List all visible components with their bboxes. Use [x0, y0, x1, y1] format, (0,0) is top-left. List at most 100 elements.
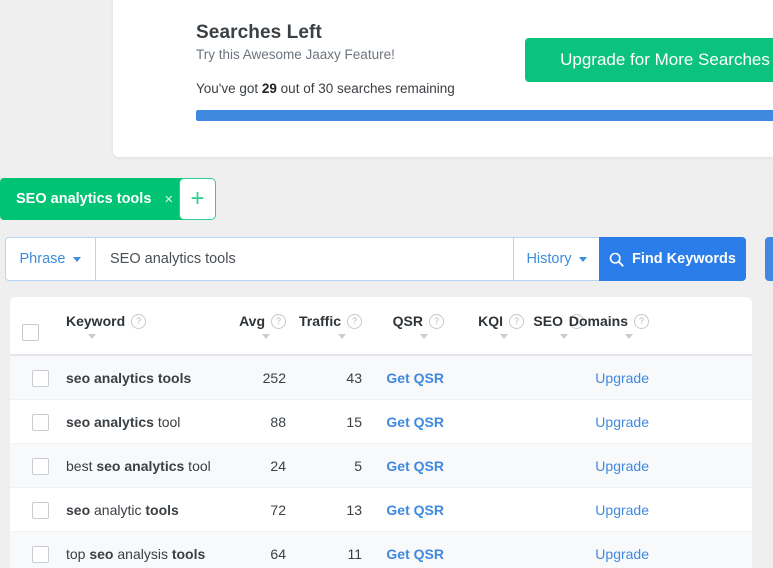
get-qsr-link[interactable]: Get QSR [386, 458, 444, 474]
column-header-label: QSR [392, 313, 423, 329]
column-header-label: Avg [239, 313, 265, 329]
upgrade-link[interactable]: Upgrade [595, 546, 649, 562]
cell-keyword: best seo analytics tool [66, 458, 211, 474]
row-checkbox[interactable] [32, 458, 49, 475]
keyword-segment: analysis [113, 546, 172, 562]
column-header-label: KQI [478, 313, 503, 329]
upgrade-link[interactable]: Upgrade [595, 414, 649, 430]
cell-keyword: seo analytic tools [66, 502, 179, 518]
get-qsr-link[interactable]: Get QSR [386, 370, 444, 386]
count-suffix: out of 30 searches remaining [276, 81, 455, 96]
column-header-qsr[interactable]: QSR? [393, 313, 444, 329]
upgrade-link[interactable]: Upgrade [595, 502, 649, 518]
search-extra-action-button[interactable] [765, 237, 773, 281]
help-icon[interactable]: ? [131, 313, 147, 329]
match-type-label: Phrase [19, 251, 66, 267]
promo-title: Searches Left [196, 22, 322, 43]
keyword-segment: tool [153, 414, 181, 430]
cell-traffic: 15 [346, 414, 362, 430]
search-icon [609, 252, 624, 267]
find-keywords-button[interactable]: Find Keywords [599, 237, 746, 281]
searches-progress-bar [196, 110, 773, 121]
help-icon[interactable]: ? [429, 313, 444, 329]
chevron-down-icon [73, 256, 82, 262]
searches-left-card: Searches Left Try this Awesome Jaaxy Fea… [113, 0, 773, 157]
page-root: Searches Left Try this Awesome Jaaxy Fea… [0, 0, 773, 568]
upgrade-link[interactable]: Upgrade [595, 370, 649, 386]
keyword-segment: seo analytics [96, 458, 185, 474]
keyword-results-table: Keyword? Avg? Traffic? QSR? KQI? SEO? Domains?… [10, 297, 752, 568]
sort-caret-icon-seo[interactable] [560, 334, 568, 339]
search-bar: Phrase History Find Keywords [5, 237, 746, 281]
count-prefix: You've got [196, 81, 262, 96]
find-keywords-label: Find Keywords [632, 251, 736, 267]
get-qsr-link[interactable]: Get QSR [386, 414, 444, 430]
sort-caret-icon-qsr[interactable] [420, 334, 428, 339]
keyword-chip-label: SEO analytics tools [16, 191, 152, 207]
cell-avg: 252 [262, 370, 286, 386]
column-header-traffic[interactable]: Traffic? [299, 313, 362, 329]
help-icon[interactable]: ? [347, 313, 362, 329]
column-header-domains[interactable]: Domains? [569, 313, 649, 329]
get-qsr-link[interactable]: Get QSR [386, 546, 444, 562]
match-type-select[interactable]: Phrase [5, 237, 95, 281]
keyword-chip-active[interactable]: SEO analytics tools × [0, 178, 190, 220]
help-icon[interactable]: ? [634, 313, 649, 329]
table-row[interactable]: best seo analytics tool 24 5 Get QSR Upgrade [10, 444, 752, 488]
keyword-segment: seo analytics [66, 414, 154, 430]
column-header-label: Traffic [298, 313, 341, 329]
cell-keyword: top seo analysis tools [66, 546, 205, 562]
keyword-segment: top [66, 546, 90, 562]
upgrade-for-more-searches-button[interactable]: Upgrade for More Searches [525, 38, 773, 82]
history-dropdown[interactable]: History [513, 237, 599, 281]
help-icon[interactable]: ? [271, 313, 286, 329]
searches-remaining-text: You've got 29 out of 30 searches remaini… [196, 81, 455, 96]
column-header-label: Keyword [66, 313, 126, 329]
select-all-checkbox[interactable] [22, 324, 39, 341]
cell-traffic: 13 [346, 502, 362, 518]
cell-traffic: 43 [346, 370, 362, 386]
column-header-avg[interactable]: Avg? [239, 313, 286, 329]
close-icon[interactable]: × [164, 192, 173, 207]
cell-traffic: 11 [347, 546, 362, 562]
keyword-segment: tools [145, 502, 179, 518]
column-header-label: Domains [568, 313, 628, 329]
column-header-kqi[interactable]: KQI? [478, 313, 524, 329]
keyword-segment: seo [89, 546, 114, 562]
plus-icon: + [190, 185, 205, 212]
cell-keyword: seo analytics tool [66, 414, 180, 430]
searches-progress-fill [196, 110, 773, 121]
cell-keyword: seo analytics tools [66, 370, 191, 386]
cell-avg: 72 [270, 502, 286, 518]
sort-caret-icon-traffic[interactable] [338, 334, 346, 339]
get-qsr-link[interactable]: Get QSR [386, 502, 444, 518]
table-row[interactable]: seo analytics tools 252 43 Get QSR Upgrade [10, 356, 752, 400]
row-checkbox[interactable] [32, 502, 49, 519]
count-value: 29 [261, 81, 277, 96]
table-row[interactable]: top seo analysis tools 64 11 Get QSR Upgrade [10, 532, 752, 568]
keyword-segment: seo analytics tools [66, 370, 192, 386]
sort-caret-icon-avg[interactable] [262, 334, 270, 339]
cell-avg: 24 [270, 458, 286, 474]
help-icon[interactable]: ? [509, 313, 524, 329]
table-row[interactable]: seo analytics tool 88 15 Get QSR Upgrade [10, 400, 752, 444]
row-checkbox[interactable] [32, 414, 49, 431]
sort-caret-icon-kqi[interactable] [500, 334, 508, 339]
history-label: History [526, 251, 572, 267]
column-header-label: SEO [533, 313, 563, 329]
sort-caret-icon-domains[interactable] [625, 334, 633, 339]
table-body: seo analytics tools 252 43 Get QSR Upgrade se… [10, 356, 752, 568]
search-input[interactable] [95, 237, 513, 281]
promo-subtitle: Try this Awesome Jaaxy Feature! [196, 47, 395, 62]
keyword-segment: tool [184, 458, 211, 474]
upgrade-link[interactable]: Upgrade [595, 458, 649, 474]
row-checkbox[interactable] [32, 370, 49, 387]
table-row[interactable]: seo analytic tools 72 13 Get QSR Upgrade [10, 488, 752, 532]
column-header-keyword[interactable]: Keyword? [66, 313, 147, 329]
sort-caret-icon-keyword[interactable] [88, 334, 96, 339]
table-header-row: Keyword? Avg? Traffic? QSR? KQI? SEO? Domains? [10, 297, 752, 356]
chevron-down-icon [578, 256, 587, 262]
row-checkbox[interactable] [32, 546, 49, 563]
cell-traffic: 5 [354, 458, 362, 474]
add-keyword-tab-button[interactable]: + [179, 178, 216, 220]
